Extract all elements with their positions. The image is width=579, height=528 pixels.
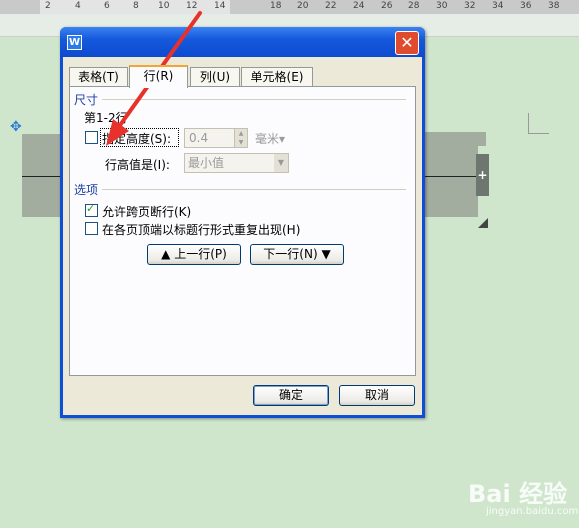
tab-cell[interactable]: 单元格(E) xyxy=(241,67,313,86)
row-height-is-select[interactable]: 最小值 ▼ xyxy=(184,153,289,173)
ruler-tick: 24 xyxy=(353,1,365,11)
ruler-tick: 20 xyxy=(297,1,309,11)
ruler-tick: 36 xyxy=(520,1,532,11)
ruler-tick: 30 xyxy=(436,1,448,11)
size-group-label: 尺寸 xyxy=(74,93,99,107)
row-tab-panel: 尺寸 第1-2行 指定高度(S): 0.4 ▲ ▼ 毫米▾ 行高值是(I): 最小… xyxy=(69,86,416,376)
watermark-logo: Bai 经验 xyxy=(468,480,568,508)
add-row-plus-icon[interactable]: + xyxy=(476,154,489,196)
previous-row-button[interactable]: ▲ 上一行(P) xyxy=(147,244,241,265)
size-group-divider xyxy=(102,99,406,100)
row-range-label: 第1-2行 xyxy=(84,111,128,125)
height-spinbox[interactable]: 0.4 ▲ ▼ xyxy=(184,128,248,148)
repeat-header-label[interactable]: 在各页顶端以标题行形式重复出现(H) xyxy=(102,221,300,238)
ruler-tick: 4 xyxy=(75,1,81,11)
next-row-label: 下一行(N) xyxy=(263,247,318,261)
ruler-tick: 8 xyxy=(133,1,139,11)
height-unit-select[interactable]: 毫米▾ xyxy=(255,130,285,147)
ruler-tick: 18 xyxy=(270,1,282,11)
ruler-tick: 28 xyxy=(408,1,420,11)
row-height-is-label: 行高值是(I): xyxy=(105,158,170,172)
dialog-titlebar[interactable]: W ✕ xyxy=(60,27,425,57)
allow-break-checkbox[interactable] xyxy=(85,202,98,217)
previous-row-label: 上一行(P) xyxy=(174,247,227,261)
ruler-tick: 26 xyxy=(381,1,393,11)
row-height-is-value: 最小值 xyxy=(188,156,225,170)
tab-table[interactable]: 表格(T) xyxy=(69,67,128,86)
chevron-down-icon[interactable]: ▼ xyxy=(274,154,288,172)
table-cell-right[interactable] xyxy=(424,132,478,217)
page-margin-marker xyxy=(528,113,549,134)
specify-height-checkbox[interactable] xyxy=(85,131,98,144)
allow-break-label[interactable]: 允许跨页断行(K) xyxy=(102,203,191,220)
cancel-button[interactable]: 取消 xyxy=(339,385,415,406)
baidu-watermark: Bai 经验 jingyan.baidu.com xyxy=(468,474,578,526)
ruler-tick: 2 xyxy=(45,1,51,11)
table-cell-edge xyxy=(478,132,486,146)
ruler-tick: 32 xyxy=(464,1,476,11)
watermark-url: jingyan.baidu.com xyxy=(486,506,579,517)
table-move-handle-icon[interactable]: ✥ xyxy=(10,119,22,135)
table-properties-dialog: W ✕ 表格(T) 行(R) 列(U) 单元格(E) 尺寸 第1-2行 指定高度… xyxy=(60,27,425,418)
table-resize-handle-icon[interactable] xyxy=(478,217,488,228)
ruler-tick: 14 xyxy=(214,1,226,11)
spin-arrows-icon[interactable]: ▲ ▼ xyxy=(234,129,247,147)
tab-column[interactable]: 列(U) xyxy=(190,67,240,86)
ok-button[interactable]: 确定 xyxy=(253,385,329,406)
tab-row[interactable]: 行(R) xyxy=(129,65,188,88)
wps-app-icon: W xyxy=(67,35,82,50)
repeat-header-checkbox[interactable] xyxy=(85,222,98,235)
ruler-tick: 6 xyxy=(104,1,110,11)
up-arrow-icon: ▲ xyxy=(161,247,175,261)
options-group-label: 选项 xyxy=(74,183,99,197)
options-group-divider xyxy=(102,189,406,190)
ruler-tick: 10 xyxy=(158,1,170,11)
height-value: 0.4 xyxy=(189,131,209,145)
horizontal-ruler[interactable]: 2 4 6 8 10 12 14 18 20 22 24 26 28 30 32… xyxy=(0,0,579,14)
dialog-body: 表格(T) 行(R) 列(U) 单元格(E) 尺寸 第1-2行 指定高度(S):… xyxy=(63,57,422,415)
next-row-button[interactable]: 下一行(N) ▼ xyxy=(250,244,344,265)
ruler-tick: 12 xyxy=(186,1,198,11)
close-button[interactable]: ✕ xyxy=(395,31,419,55)
ruler-tick: 38 xyxy=(548,1,560,11)
ruler-tick: 22 xyxy=(325,1,337,11)
specify-height-label[interactable]: 指定高度(S): xyxy=(102,130,171,147)
down-arrow-icon: ▼ xyxy=(317,247,331,261)
ruler-tick: 34 xyxy=(492,1,504,11)
